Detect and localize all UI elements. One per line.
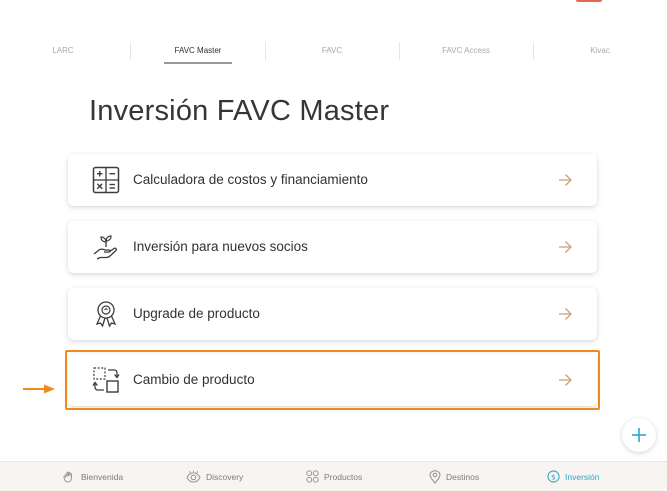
arrow-right-icon [559, 174, 572, 186]
top-indicator [576, 0, 602, 2]
tab-label: FAVC Master [174, 46, 222, 55]
card-upgrade-producto[interactable]: Upgrade de producto [68, 288, 597, 340]
page-title: Inversión FAVC Master [89, 95, 390, 127]
nav-item-destinos[interactable]: Destinos [429, 462, 479, 491]
tab-label: FAVC Access [442, 46, 490, 55]
tab-larc[interactable]: LARC [0, 40, 130, 66]
tab-label: FAVC [321, 46, 343, 55]
nav-label: Discovery [206, 471, 244, 482]
map-pin-icon [429, 469, 441, 484]
hand-plant-icon [93, 235, 117, 260]
tab-favc-master[interactable]: FAVC Master [131, 40, 265, 66]
svg-text:$: $ [551, 472, 556, 481]
nav-item-bienvenida[interactable]: Bienvenida [63, 462, 123, 491]
nav-item-discovery[interactable]: Discovery [186, 462, 243, 491]
tab-favc-access[interactable]: FAVC Access [399, 40, 533, 66]
calculator-icon [92, 166, 120, 194]
nav-item-inversion[interactable]: $ Inversión [547, 462, 600, 491]
arrow-right-icon [559, 308, 572, 320]
nav-label: Inversión [565, 471, 600, 482]
eye-icon [186, 470, 201, 483]
tab-label: LARC [52, 46, 74, 55]
card-inversion-nuevos-socios[interactable]: Inversión para nuevos socios [68, 221, 597, 273]
product-tabs: LARC FAVC Master FAVC FAVC Access Kivac [0, 40, 667, 66]
award-badge-icon [95, 301, 117, 328]
bottom-nav: Bienvenida Discovery Productos Destinos [0, 461, 667, 491]
dollar-circle-icon: $ [547, 470, 560, 483]
tab-favc[interactable]: FAVC [265, 40, 399, 66]
nav-label: Destinos [446, 471, 480, 482]
grid-icon [306, 470, 319, 483]
tab-label: Kivac [590, 46, 610, 55]
nav-item-productos[interactable]: Productos [306, 462, 362, 491]
card-label: Calculadora de costos y financiamiento [133, 172, 368, 187]
active-tab-underline [164, 62, 232, 64]
card-label: Upgrade de producto [133, 306, 260, 321]
add-button[interactable] [622, 418, 656, 452]
swap-boxes-icon [92, 367, 120, 393]
nav-label: Bienvenida [81, 471, 124, 482]
card-calculadora[interactable]: Calculadora de costos y financiamiento [68, 154, 597, 206]
hand-icon [63, 471, 72, 483]
card-label: Cambio de producto [133, 372, 255, 387]
card-label: Inversión para nuevos socios [133, 239, 308, 254]
tab-kivac[interactable]: Kivac [533, 40, 667, 66]
plus-icon [632, 428, 646, 442]
nav-label: Productos [324, 471, 363, 482]
arrow-right-icon [559, 374, 572, 386]
card-cambio-producto[interactable]: Cambio de producto [68, 354, 597, 406]
arrow-right-icon [559, 241, 572, 253]
pointer-arrow-icon [23, 384, 55, 394]
